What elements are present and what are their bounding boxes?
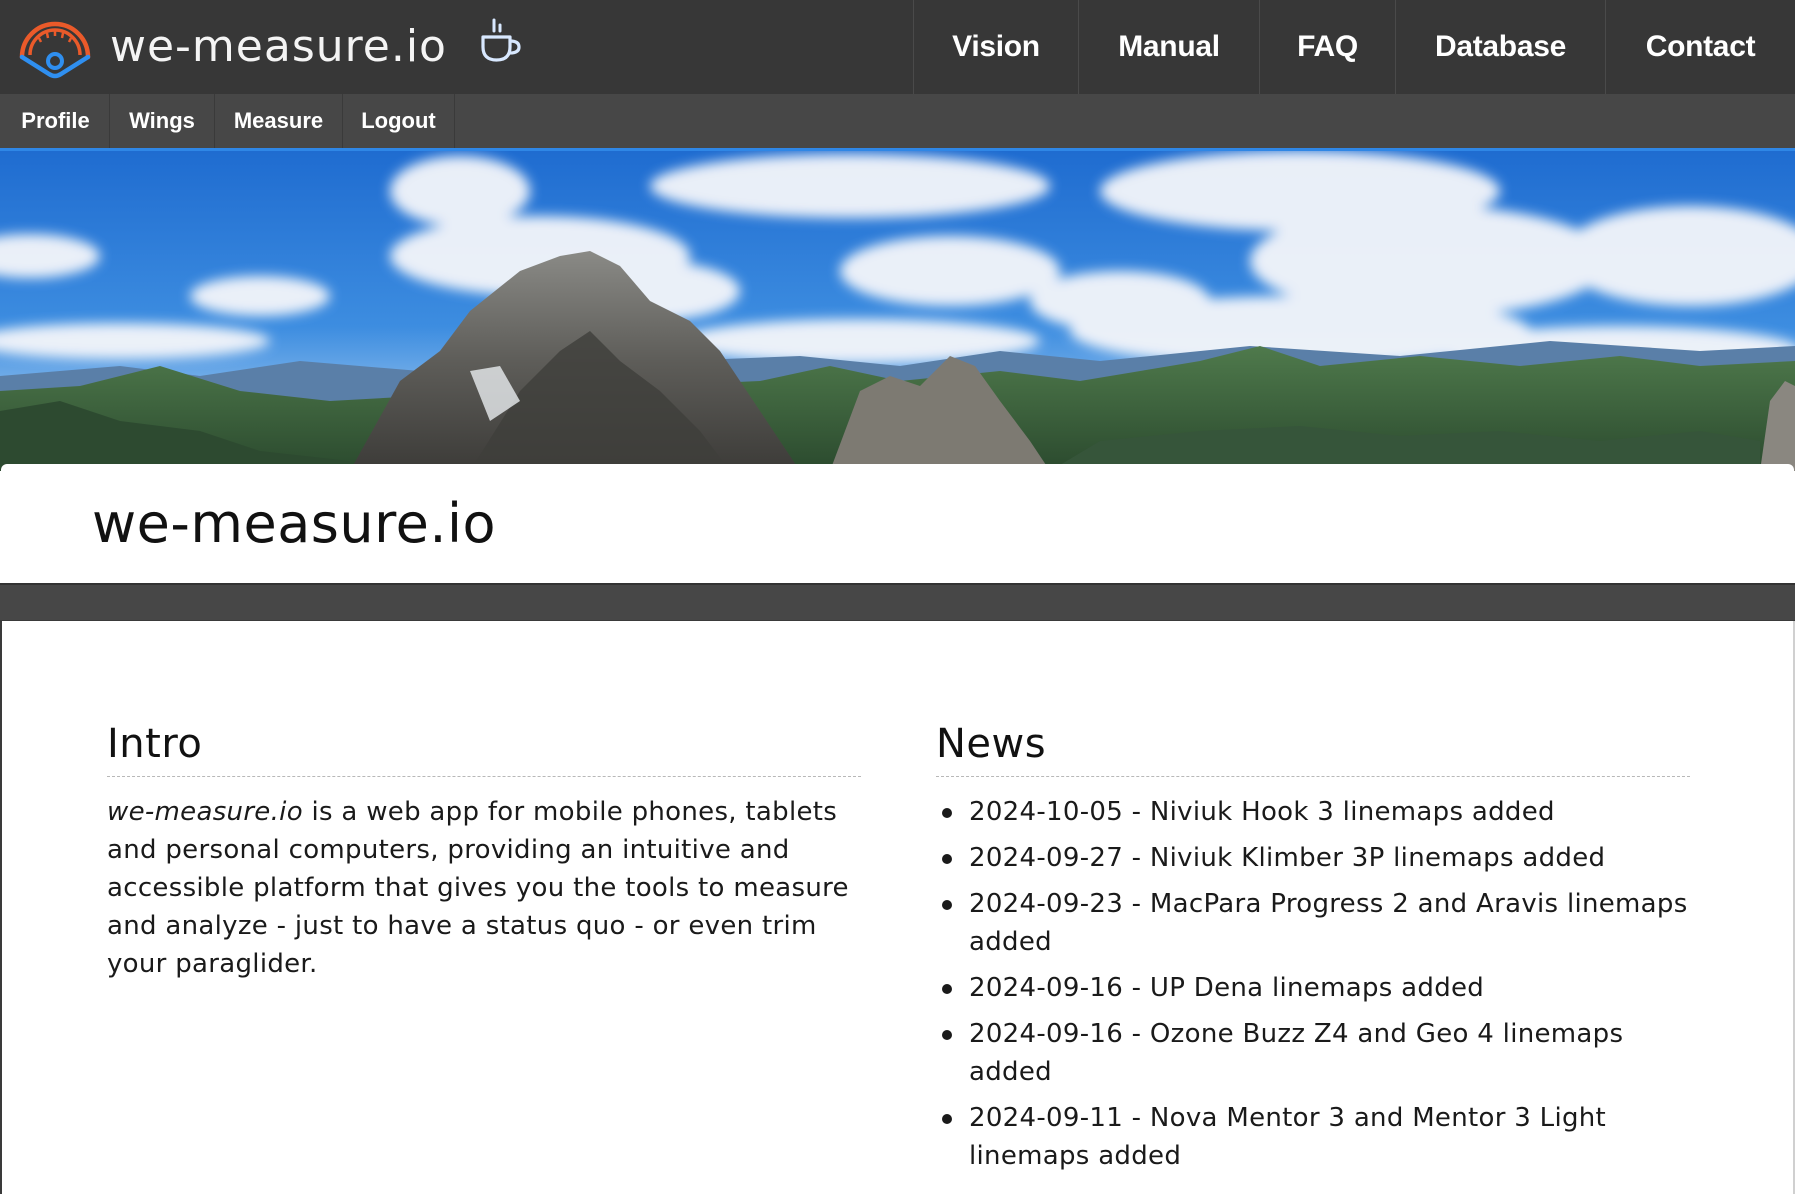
news-item-text: 2024-09-11 - Nova Mentor 3 and Mentor 3 … <box>969 1103 1607 1171</box>
bullet-icon <box>942 900 952 910</box>
news-item: 2024-09-16 - Ozone Buzz Z4 and Geo 4 lin… <box>936 1015 1690 1091</box>
user-nav: Profile Wings Measure Logout <box>0 94 1795 148</box>
title-card: we-measure.io <box>1 464 1794 584</box>
news-item: 2024-09-23 - MacPara Progress 2 and Arav… <box>936 885 1690 961</box>
title-divider-strip <box>0 583 1795 621</box>
intro-heading: Intro <box>107 721 861 777</box>
subnav-wings[interactable]: Wings <box>110 94 215 148</box>
nav-faq[interactable]: FAQ <box>1259 0 1395 94</box>
bullet-icon <box>942 1030 952 1040</box>
bullet-icon <box>942 984 952 994</box>
main-nav: Vision Manual FAQ Database Contact <box>913 0 1795 94</box>
news-item: 2024-09-11 - Nova Mentor 3 and Mentor 3 … <box>936 1099 1690 1175</box>
subnav-measure[interactable]: Measure <box>215 94 343 148</box>
hero-banner <box>0 151 1795 471</box>
bullet-icon <box>942 1114 952 1124</box>
news-item-text: 2024-09-16 - UP Dena linemaps added <box>969 973 1485 1003</box>
subnav-profile[interactable]: Profile <box>2 94 110 148</box>
news-heading: News <box>936 721 1690 777</box>
nav-database[interactable]: Database <box>1395 0 1605 94</box>
nav-manual[interactable]: Manual <box>1078 0 1259 94</box>
main-content: Intro we-measure.io is a web app for mob… <box>0 621 1795 1194</box>
bullet-icon <box>942 808 952 818</box>
nav-contact[interactable]: Contact <box>1605 0 1795 94</box>
news-item: 2024-09-27 - Niviuk Klimber 3P linemaps … <box>936 839 1690 877</box>
page-title: we-measure.io <box>92 492 497 555</box>
brand-name: we-measure.io <box>110 21 447 72</box>
news-item-text: 2024-09-23 - MacPara Progress 2 and Arav… <box>969 889 1688 957</box>
news-item-text: 2024-09-27 - Niviuk Klimber 3P linemaps … <box>969 843 1606 873</box>
news-list: 2024-10-05 - Niviuk Hook 3 linemaps adde… <box>936 793 1690 1175</box>
top-header: we-measure.io Vision Manual FAQ Database… <box>0 0 1795 94</box>
news-item: 2024-09-16 - UP Dena linemaps added <box>936 969 1690 1007</box>
bullet-icon <box>942 854 952 864</box>
brand-home-link[interactable]: we-measure.io <box>16 8 447 86</box>
gauge-eye-logo-icon <box>19 21 91 79</box>
news-item: 2024-10-05 - Niviuk Hook 3 linemaps adde… <box>936 793 1690 831</box>
news-item-text: 2024-09-16 - Ozone Buzz Z4 and Geo 4 lin… <box>969 1019 1624 1087</box>
news-item-text: 2024-10-05 - Niviuk Hook 3 linemaps adde… <box>969 797 1555 827</box>
news-section: News 2024-10-05 - Niviuk Hook 3 linemaps… <box>936 721 1690 1183</box>
nav-vision[interactable]: Vision <box>913 0 1078 94</box>
intro-paragraph: we-measure.io is a web app for mobile ph… <box>107 793 861 983</box>
intro-brand-name: we-measure.io <box>107 797 303 827</box>
subnav-logout[interactable]: Logout <box>343 94 455 148</box>
coffee-cup-icon[interactable] <box>475 15 523 67</box>
mountain-panorama-image <box>0 151 1795 471</box>
intro-section: Intro we-measure.io is a web app for mob… <box>107 721 861 983</box>
